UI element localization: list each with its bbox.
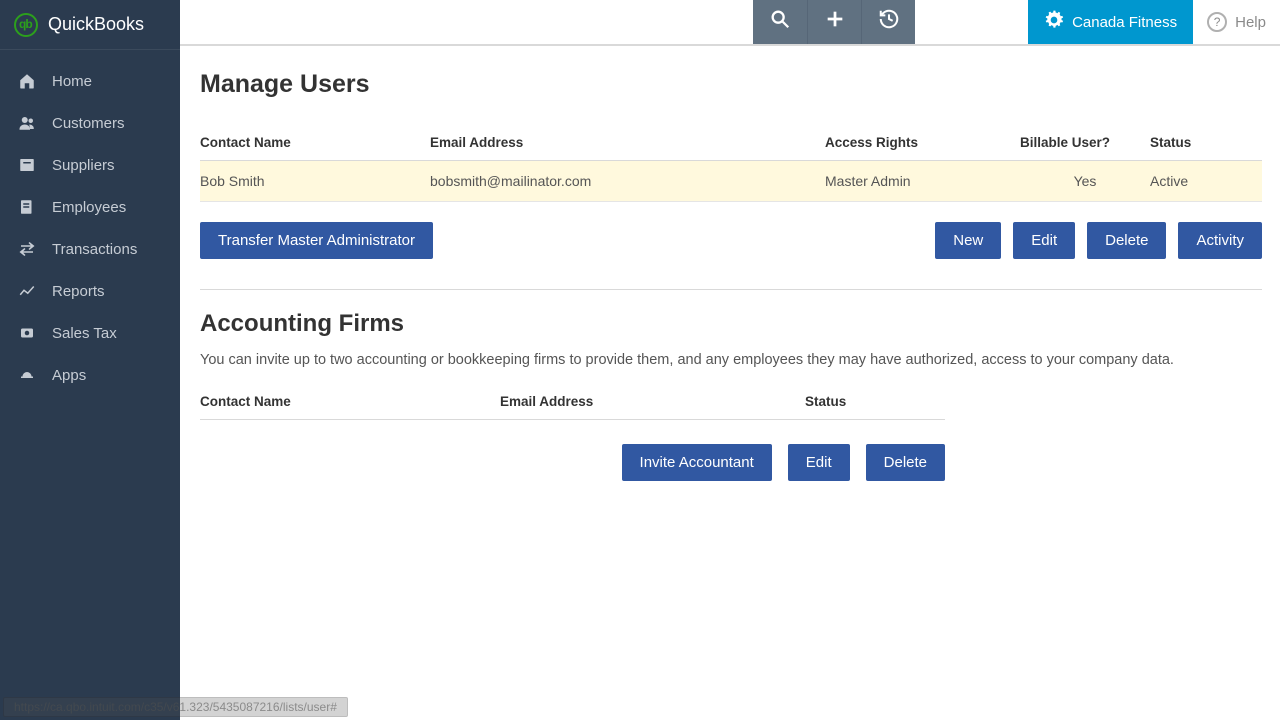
delete-firm-button[interactable]: Delete	[866, 444, 945, 481]
plus-icon	[824, 8, 846, 36]
firms-header-row: Contact Name Email Address Status	[200, 386, 945, 420]
sidebar-item-reports[interactable]: Reports	[0, 270, 180, 312]
help-icon: ?	[1207, 12, 1227, 32]
sidebar-item-suppliers[interactable]: Suppliers	[0, 144, 180, 186]
firms-table: Contact Name Email Address Status	[200, 386, 945, 420]
firms-description: You can invite up to two accounting or b…	[200, 352, 1262, 368]
col-email: Email Address	[430, 127, 825, 161]
recent-button[interactable]	[861, 0, 915, 44]
col-billable: Billable User?	[1020, 127, 1150, 161]
sidebar-item-customers[interactable]: Customers	[0, 102, 180, 144]
firms-action-row: Invite Accountant Edit Delete	[200, 444, 945, 481]
help-button[interactable]: ? Help	[1193, 0, 1280, 44]
table-row[interactable]: Bob Smith bobsmith@mailinator.com Master…	[200, 161, 1262, 202]
sidebar-item-label: Employees	[52, 199, 126, 216]
sidebar-item-label: Customers	[52, 115, 125, 132]
app-logo: QuickBooks	[0, 0, 180, 50]
users-table: Contact Name Email Address Access Rights…	[200, 127, 1262, 202]
cell-status: Active	[1150, 161, 1262, 202]
app-name: QuickBooks	[48, 14, 144, 35]
create-button[interactable]	[807, 0, 861, 44]
sidebar-item-label: Reports	[52, 283, 105, 300]
delete-user-button[interactable]: Delete	[1087, 222, 1166, 259]
search-button[interactable]	[753, 0, 807, 44]
gear-icon	[1044, 10, 1064, 34]
topbar: Canada Fitness ? Help	[180, 0, 1280, 46]
sidebar-item-home[interactable]: Home	[0, 60, 180, 102]
reports-icon	[16, 282, 38, 300]
topbar-right: Canada Fitness ? Help	[1028, 0, 1280, 44]
page-content: Manage Users Contact Name Email Address …	[180, 46, 1280, 481]
cell-contact-name: Bob Smith	[200, 161, 430, 202]
edit-user-button[interactable]: Edit	[1013, 222, 1075, 259]
cell-email: bobsmith@mailinator.com	[430, 161, 825, 202]
sidebar-item-employees[interactable]: Employees	[0, 186, 180, 228]
col-access-rights: Access Rights	[825, 127, 1020, 161]
firms-col-contact-name: Contact Name	[200, 386, 500, 420]
home-icon	[16, 72, 38, 90]
invite-accountant-button[interactable]: Invite Accountant	[622, 444, 772, 481]
suppliers-icon	[16, 156, 38, 174]
sales-tax-icon	[16, 324, 38, 342]
activity-button[interactable]: Activity	[1178, 222, 1262, 259]
customers-icon	[16, 114, 38, 132]
page-title: Manage Users	[200, 70, 1262, 99]
company-settings-button[interactable]: Canada Fitness	[1028, 0, 1193, 44]
section-divider	[200, 289, 1262, 290]
col-contact-name: Contact Name	[200, 127, 430, 161]
sidebar-item-label: Apps	[52, 367, 86, 384]
topbar-tools	[753, 0, 915, 44]
sidebar-item-label: Transactions	[52, 241, 137, 258]
sidebar-item-sales-tax[interactable]: Sales Tax	[0, 312, 180, 354]
new-user-button[interactable]: New	[935, 222, 1001, 259]
sidebar-item-label: Suppliers	[52, 157, 115, 174]
search-icon	[769, 8, 791, 36]
edit-firm-button[interactable]: Edit	[788, 444, 850, 481]
transfer-master-admin-button[interactable]: Transfer Master Administrator	[200, 222, 433, 259]
main-area: Canada Fitness ? Help Manage Users Conta…	[180, 0, 1280, 720]
company-name-label: Canada Fitness	[1072, 14, 1177, 31]
sidebar-item-label: Home	[52, 73, 92, 90]
sidebar-item-transactions[interactable]: Transactions	[0, 228, 180, 270]
employees-icon	[16, 198, 38, 216]
cell-access: Master Admin	[825, 161, 1020, 202]
apps-icon	[16, 366, 38, 384]
cell-billable: Yes	[1020, 161, 1150, 202]
sidebar-nav: Home Customers Suppliers Employees Trans…	[0, 50, 180, 396]
browser-status-bar: https://ca.qbo.intuit.com/c35/v61.323/54…	[3, 697, 348, 717]
sidebar-item-apps[interactable]: Apps	[0, 354, 180, 396]
sidebar: QuickBooks Home Customers Suppliers Empl…	[0, 0, 180, 720]
user-action-row: Transfer Master Administrator New Edit D…	[200, 222, 1262, 259]
transactions-icon	[16, 240, 38, 258]
col-status: Status	[1150, 127, 1262, 161]
sidebar-item-label: Sales Tax	[52, 325, 117, 342]
firms-col-email: Email Address	[500, 386, 805, 420]
help-label: Help	[1235, 14, 1266, 31]
users-header-row: Contact Name Email Address Access Rights…	[200, 127, 1262, 161]
history-icon	[878, 8, 900, 36]
firms-heading: Accounting Firms	[200, 310, 1262, 338]
quickbooks-logo-icon	[14, 13, 38, 37]
firms-col-status: Status	[805, 386, 945, 420]
